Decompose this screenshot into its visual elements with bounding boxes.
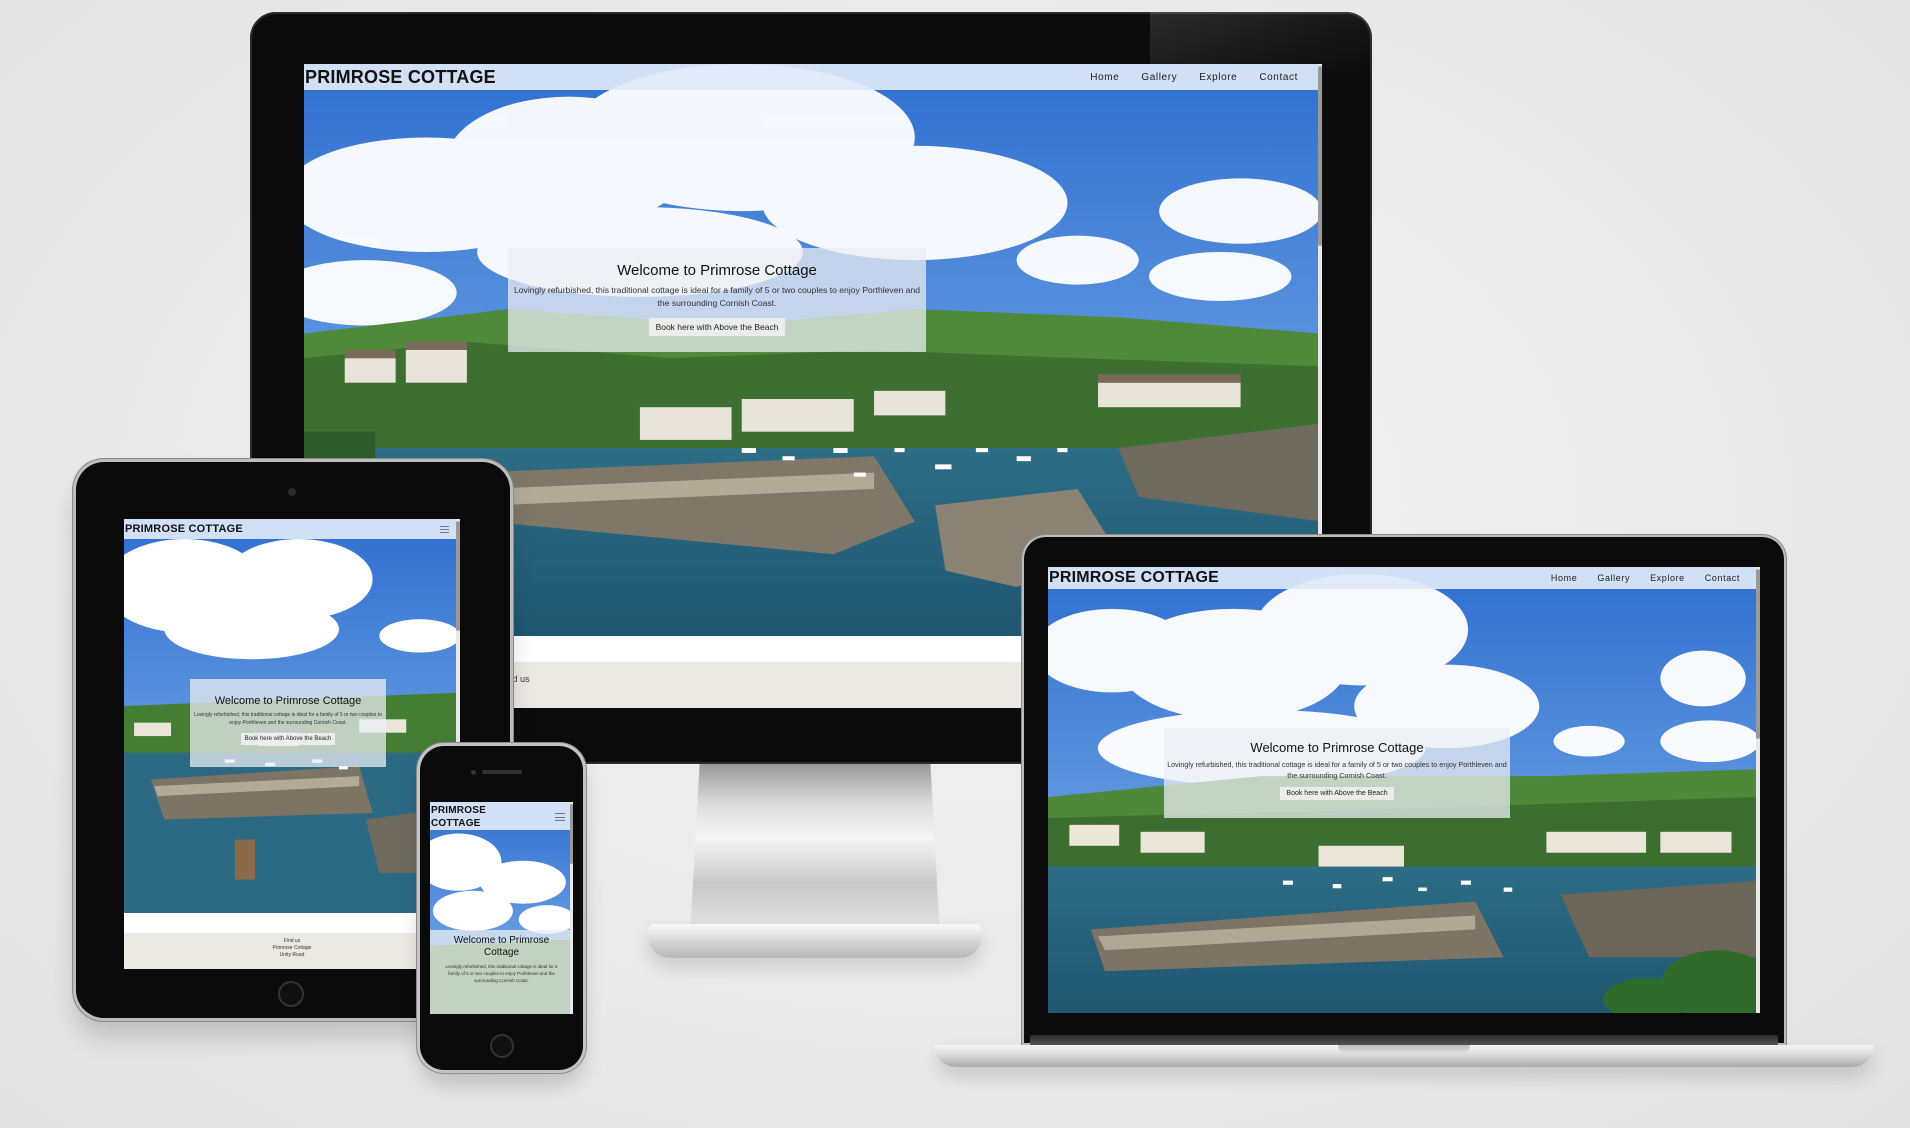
scroll-thumb-tablet[interactable]	[456, 521, 460, 631]
nav-gallery[interactable]: Gallery	[1141, 72, 1177, 83]
page-scrollbar-laptop[interactable]	[1756, 567, 1760, 1013]
hero-text-tablet: Lovingly refurbished, this traditional c…	[194, 712, 382, 726]
nav-links-laptop: Home Gallery Explore Contact	[1551, 573, 1740, 583]
tablet-screen: PRIMROSE COTTAGE Welcome to Primrose Cot…	[124, 519, 460, 969]
hero-title: Welcome to Primrose Cottage	[617, 262, 817, 279]
hero-title-phone: Welcome to Primrose Cottage	[453, 935, 550, 958]
monitor-glare	[1150, 12, 1372, 72]
site-navbar-phone: PRIMROSE COTTAGE	[430, 802, 573, 830]
footer-address-line1: Primrose Cottage	[272, 945, 312, 951]
scroll-thumb-phone[interactable]	[570, 804, 573, 864]
site-brand-tablet[interactable]: PRIMROSE COTTAGE	[124, 523, 243, 535]
hamburger-menu-icon-phone[interactable]	[555, 813, 565, 821]
hero-text-laptop: Lovingly refurbished, this traditional c…	[1167, 760, 1507, 780]
hero-text: Lovingly refurbished, this traditional c…	[513, 285, 921, 308]
nav-gallery-laptop[interactable]: Gallery	[1597, 573, 1630, 583]
website-tablet: PRIMROSE COTTAGE Welcome to Primrose Cot…	[124, 519, 460, 969]
nav-home-laptop[interactable]: Home	[1551, 573, 1577, 583]
website-laptop: PRIMROSE COTTAGE Home Gallery Explore Co…	[1048, 567, 1760, 1013]
site-navbar-laptop: PRIMROSE COTTAGE Home Gallery Explore Co…	[1048, 567, 1760, 589]
nav-contact-laptop[interactable]: Contact	[1705, 573, 1740, 583]
site-navbar: PRIMROSE COTTAGE Home Gallery Explore Co…	[304, 64, 1322, 90]
footer-heading-tablet: Find us	[283, 938, 301, 944]
footer-address-line2: Unity Road	[279, 952, 305, 958]
nav-explore-laptop[interactable]: Explore	[1650, 573, 1685, 583]
laptop-device: PRIMROSE COTTAGE Home Gallery Explore Co…	[934, 537, 1874, 1077]
hero-panel-laptop: Welcome to Primrose Cottage Lovingly ref…	[1164, 728, 1510, 818]
scroll-thumb-laptop[interactable]	[1756, 569, 1760, 739]
phone-screen: PRIMROSE COTTAGE Welcome to Primrose Cot…	[430, 802, 573, 1014]
book-button[interactable]: Book here with Above the Beach	[648, 318, 786, 336]
nav-explore[interactable]: Explore	[1199, 72, 1237, 83]
phone-home-button-icon[interactable]	[490, 1034, 514, 1058]
tablet-camera	[288, 488, 296, 496]
phone-speaker	[482, 770, 522, 774]
hero-panel: Welcome to Primrose Cottage Lovingly ref…	[508, 248, 926, 352]
site-brand-laptop[interactable]: PRIMROSE COTTAGE	[1048, 569, 1219, 587]
responsive-mockup-canvas: { "site": { "brand": "PRIMROSE COTTAGE",…	[0, 0, 1910, 1128]
site-brand-phone[interactable]: PRIMROSE COTTAGE	[430, 804, 500, 830]
laptop-notch	[1338, 1045, 1470, 1054]
hero-text-phone: Lovingly refurbished, this traditional c…	[445, 964, 558, 983]
hero-panel-phone: Welcome to Primrose Cottage Lovingly ref…	[430, 930, 573, 1014]
book-button-tablet[interactable]: Book here with Above the Beach	[240, 733, 336, 745]
monitor-stand-neck	[690, 757, 940, 937]
laptop-screen: PRIMROSE COTTAGE Home Gallery Explore Co…	[1048, 567, 1760, 1013]
hero-panel-tablet: Welcome to Primrose Cottage Lovingly ref…	[190, 679, 386, 767]
hamburger-menu-icon[interactable]	[439, 525, 450, 534]
hero-title-tablet: Welcome to Primrose Cottage	[214, 695, 362, 707]
laptop-hinge	[1030, 1035, 1778, 1045]
tablet-home-button-icon[interactable]	[278, 981, 304, 1007]
page-scrollbar-phone[interactable]	[570, 802, 573, 1014]
book-button-laptop[interactable]: Book here with Above the Beach	[1280, 787, 1394, 800]
site-navbar-tablet: PRIMROSE COTTAGE	[124, 519, 460, 539]
site-footer-tablet: Find us Primrose Cottage Unity Road	[124, 933, 460, 969]
nav-links: Home Gallery Explore Contact	[1090, 72, 1298, 83]
site-brand[interactable]: PRIMROSE COTTAGE	[304, 67, 496, 88]
website-phone: PRIMROSE COTTAGE Welcome to Primrose Cot…	[430, 802, 573, 1014]
nav-contact[interactable]: Contact	[1259, 72, 1298, 83]
nav-home[interactable]: Home	[1090, 72, 1119, 83]
scroll-thumb[interactable]	[1318, 66, 1322, 246]
hero-title-laptop: Welcome to Primrose Cottage	[1250, 740, 1424, 755]
page-spacer-tablet	[124, 913, 460, 933]
phone-camera	[471, 770, 476, 775]
phone-device: PRIMROSE COTTAGE Welcome to Primrose Cot…	[420, 746, 583, 1070]
monitor-stand-base	[648, 924, 982, 958]
